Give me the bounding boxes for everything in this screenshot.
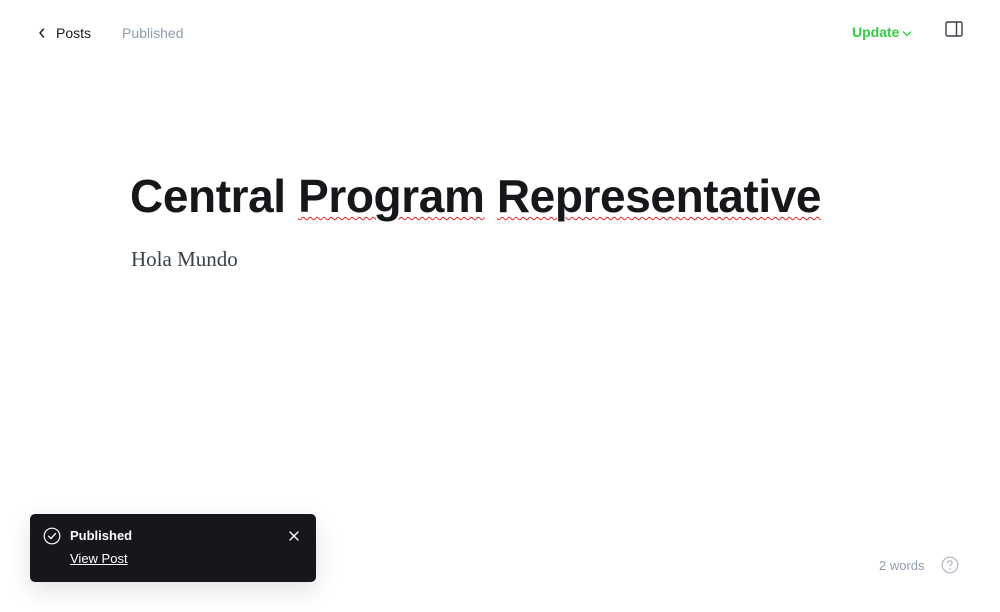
title-word: Central <box>130 170 286 222</box>
title-word-misspelled: Program <box>298 170 485 222</box>
post-status: Published <box>122 25 184 41</box>
close-icon[interactable] <box>287 529 301 543</box>
back-label: Posts <box>56 25 92 41</box>
post-title[interactable]: Central Program Representative <box>130 166 821 226</box>
back-to-posts-link[interactable]: Posts <box>38 24 91 42</box>
help-circle-icon[interactable] <box>941 556 959 574</box>
view-post-link[interactable]: View Post <box>70 551 128 566</box>
published-toast: Published View Post <box>30 514 316 582</box>
word-count: 2 words <box>879 558 925 573</box>
toast-title: Published <box>70 528 133 543</box>
chevron-down-icon <box>903 30 912 36</box>
update-button[interactable]: Update <box>852 24 912 40</box>
editor-page: Posts Published Update Central Program R… <box>0 0 1000 612</box>
chevron-left-icon <box>39 28 45 38</box>
check-circle-icon <box>43 527 61 545</box>
title-word-misspelled: Representative <box>496 170 822 222</box>
sidebar-toggle-icon[interactable] <box>945 21 963 37</box>
update-label: Update <box>852 24 900 40</box>
post-body[interactable]: Hola Mundo <box>131 245 238 273</box>
